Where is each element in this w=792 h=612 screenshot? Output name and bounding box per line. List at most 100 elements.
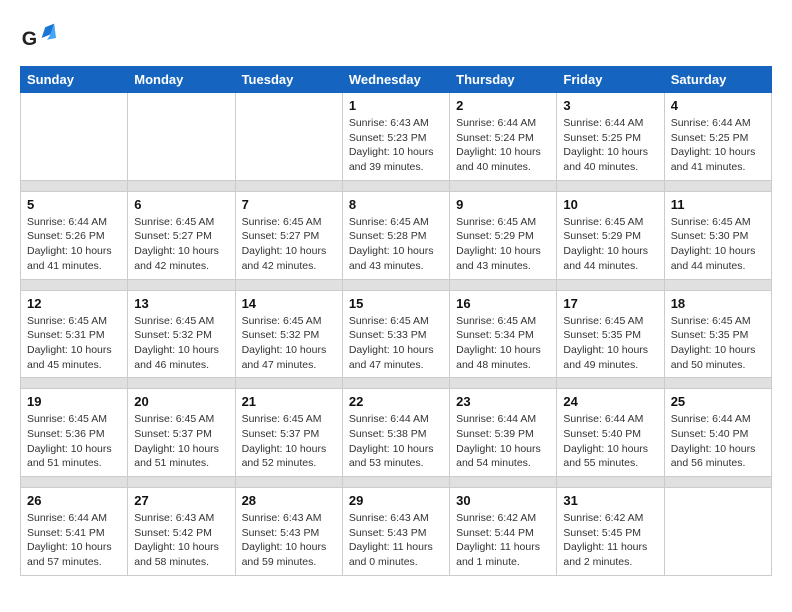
day-number: 22 (349, 394, 443, 409)
day-number: 28 (242, 493, 336, 508)
day-number: 25 (671, 394, 765, 409)
calendar-day-2-5: 17 Sunrise: 6:45 AMSunset: 5:35 PMDayligh… (557, 290, 664, 378)
separator-cell (128, 180, 235, 191)
day-number: 8 (349, 197, 443, 212)
day-info: Sunrise: 6:45 AMSunset: 5:32 PMDaylight:… (134, 314, 228, 373)
day-info: Sunrise: 6:44 AMSunset: 5:40 PMDaylight:… (563, 412, 657, 471)
day-number: 26 (27, 493, 121, 508)
separator-cell (21, 378, 128, 389)
day-info: Sunrise: 6:45 AMSunset: 5:36 PMDaylight:… (27, 412, 121, 471)
calendar-week-4: 26 Sunrise: 6:44 AMSunset: 5:41 PMDayligh… (21, 488, 772, 576)
separator-cell (664, 180, 771, 191)
day-info: Sunrise: 6:44 AMSunset: 5:41 PMDaylight:… (27, 511, 121, 570)
day-number: 3 (563, 98, 657, 113)
day-number: 30 (456, 493, 550, 508)
calendar-day-2-4: 16Sunrise: 6:45 AMSunset: 5:34 PMDayligh… (450, 290, 557, 378)
weekday-header-thursday: Thursday (450, 67, 557, 93)
day-number: 18 (671, 296, 765, 311)
day-number: 4 (671, 98, 765, 113)
day-number: 21 (242, 394, 336, 409)
separator-cell (128, 378, 235, 389)
day-number: 15 (349, 296, 443, 311)
weekday-header-friday: Friday (557, 67, 664, 93)
weekday-header-tuesday: Tuesday (235, 67, 342, 93)
day-info: Sunrise: 6:45 AMSunset: 5:37 PMDaylight:… (242, 412, 336, 471)
day-number: 23 (456, 394, 550, 409)
calendar-day-4-1: 27 Sunrise: 6:43 AMSunset: 5:42 PMDayligh… (128, 488, 235, 576)
separator-cell (450, 477, 557, 488)
weekday-header-sunday: Sunday (21, 67, 128, 93)
day-number: 24 (563, 394, 657, 409)
weekday-header-row: SundayMondayTuesdayWednesdayThursdayFrid… (21, 67, 772, 93)
calendar-day-2-6: 18 Sunrise: 6:45 AMSunset: 5:35 PMDayligh… (664, 290, 771, 378)
calendar-day-2-2: 14Sunrise: 6:45 AMSunset: 5:32 PMDayligh… (235, 290, 342, 378)
calendar-day-1-0: 5Sunrise: 6:44 AMSunset: 5:26 PMDaylight… (21, 191, 128, 279)
weekday-header-saturday: Saturday (664, 67, 771, 93)
separator-row-0 (21, 180, 772, 191)
day-info: Sunrise: 6:45 AMSunset: 5:31 PMDaylight:… (27, 314, 121, 373)
separator-cell (450, 180, 557, 191)
calendar-table: SundayMondayTuesdayWednesdayThursdayFrid… (20, 66, 772, 576)
separator-cell (450, 378, 557, 389)
separator-cell (21, 279, 128, 290)
day-info: Sunrise: 6:45 AMSunset: 5:35 PMDaylight:… (671, 314, 765, 373)
day-info: Sunrise: 6:45 AMSunset: 5:29 PMDaylight:… (456, 215, 550, 274)
day-info: Sunrise: 6:44 AMSunset: 5:25 PMDaylight:… (671, 116, 765, 175)
separator-cell (450, 279, 557, 290)
weekday-header-monday: Monday (128, 67, 235, 93)
day-number: 31 (563, 493, 657, 508)
calendar-day-3-5: 24 Sunrise: 6:44 AMSunset: 5:40 PMDayligh… (557, 389, 664, 477)
day-number: 11 (671, 197, 765, 212)
calendar-day-4-3: 29Sunrise: 6:43 AMSunset: 5:43 PMDayligh… (342, 488, 449, 576)
day-info: Sunrise: 6:43 AMSunset: 5:42 PMDaylight:… (134, 511, 228, 570)
day-info: Sunrise: 6:45 AMSunset: 5:30 PMDaylight:… (671, 215, 765, 274)
calendar-day-0-4: 2 Sunrise: 6:44 AMSunset: 5:24 PMDaylight… (450, 93, 557, 181)
calendar-day-1-4: 9Sunrise: 6:45 AMSunset: 5:29 PMDaylight… (450, 191, 557, 279)
separator-cell (557, 378, 664, 389)
calendar-day-3-1: 20Sunrise: 6:45 AMSunset: 5:37 PMDayligh… (128, 389, 235, 477)
day-info: Sunrise: 6:45 AMSunset: 5:29 PMDaylight:… (563, 215, 657, 274)
calendar-day-0-6: 4 Sunrise: 6:44 AMSunset: 5:25 PMDaylight… (664, 93, 771, 181)
day-info: Sunrise: 6:45 AMSunset: 5:33 PMDaylight:… (349, 314, 443, 373)
separator-cell (128, 477, 235, 488)
separator-cell (664, 378, 771, 389)
separator-cell (557, 477, 664, 488)
separator-cell (557, 279, 664, 290)
separator-cell (235, 477, 342, 488)
logo-icon: G (20, 20, 56, 56)
calendar-day-4-0: 26 Sunrise: 6:44 AMSunset: 5:41 PMDayligh… (21, 488, 128, 576)
day-info: Sunrise: 6:45 AMSunset: 5:35 PMDaylight:… (563, 314, 657, 373)
separator-cell (235, 279, 342, 290)
calendar-week-3: 19Sunrise: 6:45 AMSunset: 5:36 PMDayligh… (21, 389, 772, 477)
calendar-day-2-3: 15 Sunrise: 6:45 AMSunset: 5:33 PMDayligh… (342, 290, 449, 378)
day-number: 13 (134, 296, 228, 311)
day-number: 17 (563, 296, 657, 311)
calendar-day-2-1: 13 Sunrise: 6:45 AMSunset: 5:32 PMDayligh… (128, 290, 235, 378)
separator-cell (664, 279, 771, 290)
calendar-day-0-1 (128, 93, 235, 181)
calendar-day-0-0 (21, 93, 128, 181)
calendar-day-2-0: 12Sunrise: 6:45 AMSunset: 5:31 PMDayligh… (21, 290, 128, 378)
calendar-day-1-3: 8 Sunrise: 6:45 AMSunset: 5:28 PMDaylight… (342, 191, 449, 279)
day-number: 27 (134, 493, 228, 508)
day-info: Sunrise: 6:44 AMSunset: 5:24 PMDaylight:… (456, 116, 550, 175)
weekday-header-wednesday: Wednesday (342, 67, 449, 93)
day-info: Sunrise: 6:45 AMSunset: 5:28 PMDaylight:… (349, 215, 443, 274)
separator-cell (21, 180, 128, 191)
calendar-day-3-3: 22Sunrise: 6:44 AMSunset: 5:38 PMDayligh… (342, 389, 449, 477)
calendar-day-0-5: 3Sunrise: 6:44 AMSunset: 5:25 PMDaylight… (557, 93, 664, 181)
calendar-day-3-0: 19Sunrise: 6:45 AMSunset: 5:36 PMDayligh… (21, 389, 128, 477)
calendar-day-3-2: 21 Sunrise: 6:45 AMSunset: 5:37 PMDayligh… (235, 389, 342, 477)
calendar-week-2: 12Sunrise: 6:45 AMSunset: 5:31 PMDayligh… (21, 290, 772, 378)
day-number: 2 (456, 98, 550, 113)
day-number: 16 (456, 296, 550, 311)
day-info: Sunrise: 6:42 AMSunset: 5:44 PMDaylight:… (456, 511, 550, 570)
calendar-day-3-4: 23Sunrise: 6:44 AMSunset: 5:39 PMDayligh… (450, 389, 557, 477)
separator-cell (128, 279, 235, 290)
day-info: Sunrise: 6:43 AMSunset: 5:43 PMDaylight:… (242, 511, 336, 570)
separator-cell (342, 180, 449, 191)
separator-cell (557, 180, 664, 191)
day-number: 14 (242, 296, 336, 311)
svg-text:G: G (22, 28, 37, 50)
separator-cell (664, 477, 771, 488)
